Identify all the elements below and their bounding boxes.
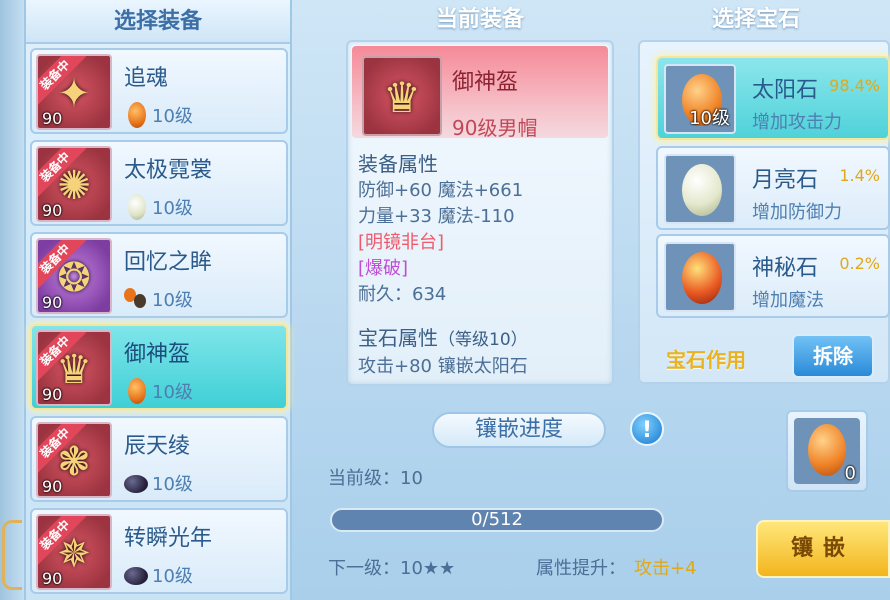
equipment-icon: ✺ 装备中 90 xyxy=(36,146,112,222)
current-equipment-title: 当前装备 xyxy=(435,7,524,32)
mystery-gem-icon xyxy=(682,252,722,304)
equipment-icon: ✵ 装备中 90 xyxy=(36,514,112,590)
progress-text: 0/512 xyxy=(471,509,523,530)
equipment-item[interactable]: ❃ 装备中 90 辰天绫 10级 xyxy=(30,416,288,502)
gem-rate: 1.4% xyxy=(839,166,880,185)
equipment-name: 辰天绫 xyxy=(124,434,191,459)
equipment-level: 90 xyxy=(42,293,63,312)
inlay-progress-label: 镶嵌进度 xyxy=(432,412,606,448)
special-attribute: [爆破] xyxy=(358,258,409,279)
equipment-icon: ❂ 装备中 90 xyxy=(36,238,112,314)
current-equipment-type: 90级男帽 xyxy=(452,116,538,140)
equipment-name: 追魂 xyxy=(124,66,169,91)
gem-option[interactable]: 10级 太阳石 98.4% 增加攻击力 xyxy=(656,56,890,140)
current-level: 当前级：10 xyxy=(328,468,423,489)
gem-effect-link[interactable]: 宝石作用 xyxy=(666,344,746,373)
equipment-name: 太极霓裳 xyxy=(124,158,213,183)
gem-rate: 98.4% xyxy=(829,76,880,95)
equipment-panel-header: 选择装备 xyxy=(26,0,290,44)
gem-icon xyxy=(124,286,150,312)
equipment-level: 90 xyxy=(42,201,63,220)
gem-rate: 0.2% xyxy=(839,254,880,273)
equipment-item[interactable]: ♛ 装备中 90 御神盔 10级 xyxy=(30,324,288,410)
gem-level: 10级 xyxy=(152,198,193,219)
equipment-item[interactable]: ✦ 装备中 90 追魂 10级 xyxy=(30,48,288,134)
sun-stone-icon xyxy=(808,424,846,476)
equipment-level: 90 xyxy=(42,569,63,588)
equipment-name: 御神盔 xyxy=(124,342,191,367)
equipment-icon: ✦ 装备中 90 xyxy=(36,54,112,130)
gem-attributes-header: 宝石属性（等级10） xyxy=(358,326,528,350)
gem-level: 10级 xyxy=(152,474,193,495)
gem-icon xyxy=(124,378,150,404)
equipment-item[interactable]: ❂ 装备中 90 回忆之眸 10级 xyxy=(30,232,288,318)
gem-icon xyxy=(124,102,150,128)
equipment-level: 90 xyxy=(42,109,63,128)
remove-button[interactable]: 拆除 xyxy=(792,334,874,378)
durability: 耐久：634 xyxy=(358,284,447,305)
gem-slot xyxy=(664,242,736,312)
current-equipment-card: ♛ 御神盔 90级男帽 装备属性 防御+60 魔法+661 力量+33 魔法-1… xyxy=(346,40,614,386)
attribute-boost-label: 属性提升： xyxy=(536,558,626,579)
gem-option[interactable]: 神秘石 0.2% 增加魔法 xyxy=(656,234,890,318)
white-gem-icon xyxy=(682,164,722,216)
gem-slot xyxy=(664,154,736,224)
attribute-line: 力量+33 魔法-110 xyxy=(358,206,515,227)
current-equipment-header: ♛ 御神盔 90级男帽 xyxy=(352,46,608,140)
equipment-attributes[interactable]: 装备属性 防御+60 魔法+661 力量+33 魔法-110 [明镜非台] [爆… xyxy=(358,150,608,378)
gem-level: 10级 xyxy=(152,382,193,403)
gem-level: 10级 xyxy=(152,106,193,127)
equipment-item[interactable]: ✺ 装备中 90 太极霓裳 10级 xyxy=(30,140,288,226)
next-level: 下一级：10★★ xyxy=(328,558,456,579)
gem-name: 神秘石 xyxy=(752,256,819,281)
attribute-line: 防御+60 魔法+661 xyxy=(358,180,524,201)
gem-icon xyxy=(124,194,150,220)
attribute-boost-value: 攻击+4 xyxy=(634,558,697,579)
gem-slot: 10级 xyxy=(664,64,736,134)
gem-level: 10级 xyxy=(152,566,193,587)
equipment-name: 回忆之眸 xyxy=(124,250,213,275)
gem-level: 10级 xyxy=(152,290,193,311)
gem-name: 太阳石 xyxy=(752,78,819,103)
gem-icon xyxy=(124,562,150,588)
gem-count: 10级 xyxy=(689,108,730,129)
helmet-icon: ♛ xyxy=(362,56,442,136)
gem-icon xyxy=(124,470,150,496)
equipment-item[interactable]: ✵ 装备中 90 转瞬光年 10级 xyxy=(30,508,288,594)
gem-description: 增加攻击力 xyxy=(752,112,842,133)
select-gem-title: 选择宝石 xyxy=(711,7,800,32)
inlay-button[interactable]: 镶嵌 xyxy=(756,520,890,578)
left-decoration xyxy=(0,0,24,600)
gem-attribute-line: 攻击+80 镶嵌太阳石 xyxy=(358,356,528,377)
current-equipment-name: 御神盔 xyxy=(452,70,519,95)
gem-option[interactable]: 月亮石 1.4% 增加防御力 xyxy=(656,146,890,230)
equipment-panel-title: 选择装备 xyxy=(113,9,202,34)
gem-name: 月亮石 xyxy=(752,168,819,193)
attributes-header: 装备属性 xyxy=(358,152,438,176)
equipment-icon: ♛ 装备中 90 xyxy=(36,330,112,406)
equipment-icon: ❃ 装备中 90 xyxy=(36,422,112,498)
info-icon[interactable]: ! xyxy=(630,412,664,446)
gem-description: 增加魔法 xyxy=(752,290,824,311)
target-count: 0 xyxy=(844,463,856,484)
equipment-level: 90 xyxy=(42,477,63,496)
inlay-progress-bar: 0/512 xyxy=(330,508,664,532)
special-attribute: [明镜非台] xyxy=(358,232,445,253)
equipment-name: 转瞬光年 xyxy=(124,526,213,551)
gem-description: 增加防御力 xyxy=(752,202,842,223)
equipment-level: 90 xyxy=(42,385,63,404)
inlay-target-slot[interactable]: 0 xyxy=(786,410,868,492)
